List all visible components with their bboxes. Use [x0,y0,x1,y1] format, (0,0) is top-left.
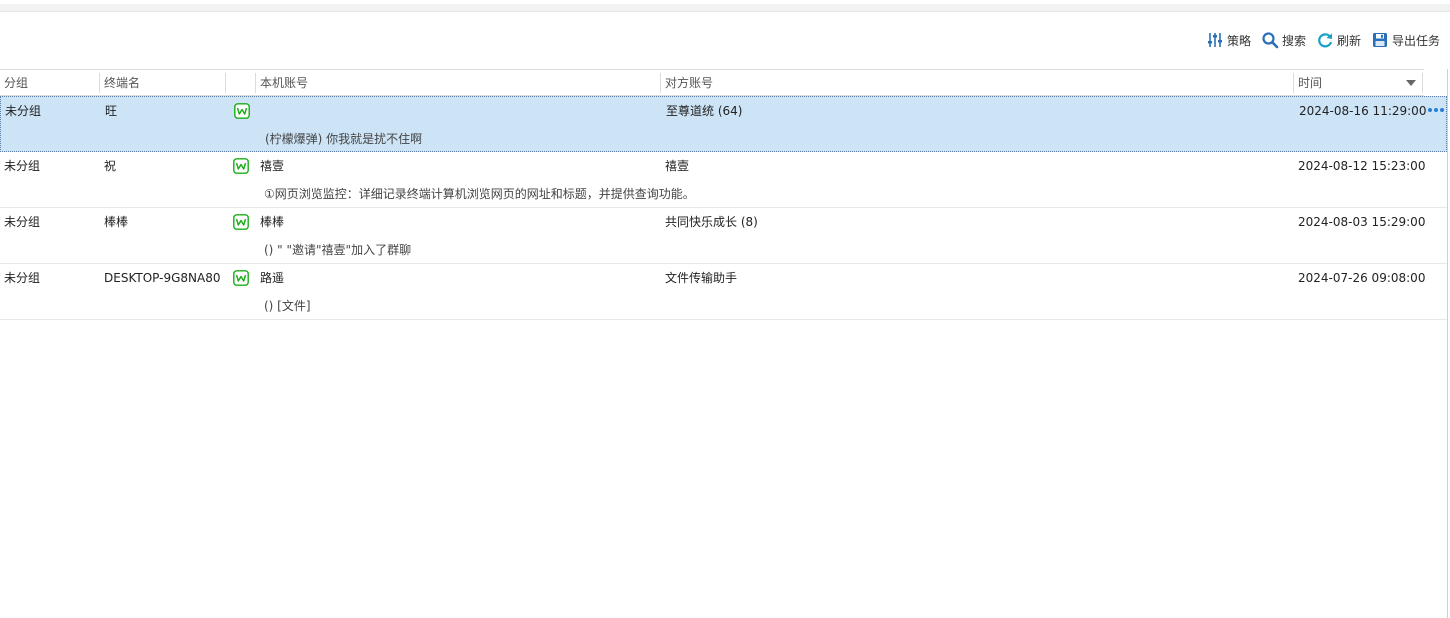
message-preview: () [文件] [264,299,311,313]
group-cell: 未分组 [4,271,41,285]
time-cell: 2024-08-16 11:29:00 [1299,104,1427,118]
message-preview: (柠檬爆弹) 你我就是扰不住啊 [265,132,423,146]
sliders-icon [1207,33,1222,47]
group-cell: 未分组 [4,215,41,229]
refresh-button[interactable]: 刷新 [1316,31,1361,49]
column-header-peer-account[interactable]: 对方账号 [661,70,1293,96]
more-dot [1440,108,1444,112]
vertical-scrollbar[interactable] [1447,69,1448,618]
wechat-icon [233,214,249,230]
table-row[interactable]: 未分组 旺 至尊道统 (64) 2024-08-16 11:29:00 (柠檬爆… [0,96,1447,152]
group-cell: 未分组 [5,104,42,118]
peer-account-cell: 禧壹 [665,159,690,173]
more-dot [1428,108,1432,112]
top-strip [0,0,1450,12]
refresh-label: 刷新 [1336,33,1361,48]
sort-desc-icon[interactable] [1406,80,1416,86]
group-cell: 未分组 [4,159,41,173]
local-account-cell: 棒棒 [260,215,285,229]
table-row[interactable]: 未分组 棒棒 棒棒 共同快乐成长 (8) 2024-08-03 15:29:00… [0,208,1447,264]
chat-records-grid: 分组 终端名 本机账号 对方账号 时间 未分组 旺 至尊道统 (64) 2024… [0,69,1450,618]
terminal-cell: DESKTOP-9G8NA80 [104,271,221,285]
export-task-button[interactable]: 导出任务 [1371,31,1440,49]
column-header-terminal[interactable]: 终端名 [100,70,225,96]
more-dot [1434,108,1438,112]
column-divider[interactable] [1422,73,1423,93]
toolbar: 策略 搜索 刷新 导出任务 [1206,30,1440,50]
column-header-time-label: 时间 [1298,76,1323,90]
strategy-label: 策略 [1226,33,1251,48]
wechat-icon [233,158,249,174]
message-preview: ①网页浏览监控：详细记录终端计算机浏览网页的网址和标题，并提供查询功能。 [264,187,695,201]
local-account-cell: 路遥 [260,271,285,285]
strategy-button[interactable]: 策略 [1206,31,1251,49]
message-preview: () " "邀请"禧壹"加入了群聊 [264,243,412,257]
time-cell: 2024-08-12 15:23:00 [1298,159,1426,173]
local-account-cell: 禧壹 [260,159,285,173]
search-button[interactable]: 搜索 [1261,31,1306,49]
time-cell: 2024-08-03 15:29:00 [1298,215,1426,229]
search-label: 搜索 [1281,33,1306,48]
column-header-local-account[interactable]: 本机账号 [256,70,660,96]
table-row[interactable]: 未分组 DESKTOP-9G8NA80 路遥 文件传输助手 2024-07-26… [0,264,1447,320]
refresh-icon [1318,33,1333,48]
terminal-cell: 祝 [104,159,117,173]
time-cell: 2024-07-26 09:08:00 [1298,271,1426,285]
column-header-time[interactable]: 时间 [1294,70,1422,96]
save-disk-icon [1372,33,1387,47]
more-options-icon[interactable] [1428,103,1446,117]
export-task-label: 导出任务 [1391,33,1440,48]
terminal-cell: 旺 [105,104,118,118]
peer-account-cell: 至尊道统 (64) [666,104,743,118]
wechat-icon [233,270,249,286]
column-header-group[interactable]: 分组 [0,70,99,96]
search-icon [1262,32,1279,49]
table-row[interactable]: 未分组 祝 禧壹 禧壹 2024-08-12 15:23:00 ①网页浏览监控：… [0,152,1447,208]
terminal-cell: 棒棒 [104,215,129,229]
peer-account-cell: 共同快乐成长 (8) [665,215,758,229]
peer-account-cell: 文件传输助手 [665,271,738,285]
wechat-icon [234,103,250,119]
grid-header: 分组 终端名 本机账号 对方账号 时间 [0,69,1424,96]
column-divider[interactable] [225,73,226,93]
